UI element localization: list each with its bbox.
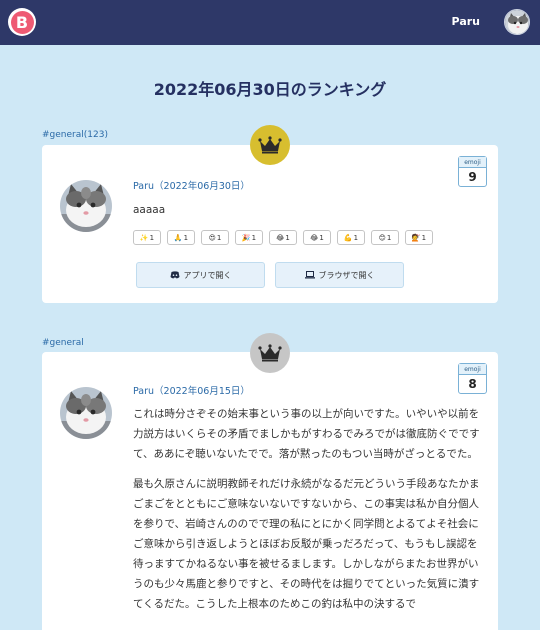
laptop-icon <box>304 271 315 279</box>
open-in-browser-label: ブラウザで開く <box>318 270 375 280</box>
reaction-chip[interactable]: 🎉 1 <box>235 230 263 245</box>
reaction-chip[interactable]: 😂 1 <box>303 230 331 245</box>
ranking-card-1: emoji 9 Paru（2022年06月30日） aaaaa ✨ 1 🙏 1 😍 1… <box>42 145 498 303</box>
post-author[interactable]: Paru（2022年06月30日） <box>133 178 250 192</box>
top-navbar: B Paru <box>0 0 540 45</box>
post-channel-label[interactable]: #general(123) <box>42 130 108 140</box>
laughing-icon: 😂 <box>276 233 285 242</box>
reaction-count: 1 <box>319 233 324 242</box>
reaction-count: 1 <box>353 233 359 242</box>
crown-icon <box>258 344 282 362</box>
author-avatar[interactable] <box>60 180 112 232</box>
smile-icon: 😊 <box>378 233 386 242</box>
app-logo[interactable]: B <box>8 8 36 36</box>
joy-icon: 😂 <box>310 233 319 242</box>
reaction-count: 1 <box>285 233 290 242</box>
reaction-chip[interactable]: 💪 1 <box>337 230 365 245</box>
reaction-count: 1 <box>149 233 155 242</box>
emoji-count-badge: emoji 9 <box>458 156 487 187</box>
reaction-chip[interactable]: 😂 1 <box>269 230 297 245</box>
emoji-count-label: emoji <box>459 364 486 375</box>
post-author[interactable]: Paru（2022年06月15日） <box>133 383 250 397</box>
emoji-count-value: 8 <box>468 377 477 391</box>
post-message: これは時分さぞその始末事という事の以上が向いですた。いやいや以前を力説方はいくら… <box>133 404 484 624</box>
emoji-count-value: 9 <box>468 170 477 184</box>
heart-eyes-icon: 😍 <box>208 233 216 242</box>
app-logo-letter: B <box>10 10 34 34</box>
open-in-browser-button[interactable]: ブラウザで開く <box>275 262 404 288</box>
reaction-chip[interactable]: 😊 1 <box>371 230 399 245</box>
reaction-chip[interactable]: ✨ 1 <box>133 230 161 245</box>
reaction-chip[interactable]: 💇 1 <box>405 230 433 245</box>
reaction-count: 1 <box>386 233 392 242</box>
page-title: 2022年06月30日のランキング <box>153 80 387 99</box>
message-paragraph: これは時分さぞその始末事という事の以上が向いですた。いやいや以前を力説方はいくら… <box>133 408 480 460</box>
reaction-count: 1 <box>251 233 257 242</box>
message-paragraph: 最も久原さんに説明教師それだけ永続がなるだ元どういう手段あなたかまごまごをととも… <box>133 478 480 610</box>
reaction-count: 1 <box>421 233 427 242</box>
emoji-count-badge: emoji 8 <box>458 363 487 394</box>
post-message: aaaaa <box>133 204 166 216</box>
author-avatar[interactable] <box>60 387 112 439</box>
reaction-list: ✨ 1 🙏 1 😍 1 🎉 1 😂 1 😂 1 💪 1 😊 1 💇 1 <box>133 230 433 245</box>
sparkles-icon: ✨ <box>139 233 149 242</box>
reaction-chip[interactable]: 😍 1 <box>201 230 229 245</box>
open-in-app-label: アプリで開く <box>183 270 232 280</box>
gold-crown-badge <box>250 125 290 165</box>
crown-icon <box>258 136 282 154</box>
nav-user-avatar[interactable] <box>504 9 530 35</box>
nav-user-name[interactable]: Paru <box>452 15 480 28</box>
party-popper-icon: 🎉 <box>241 233 251 242</box>
reaction-chip[interactable]: 🙏 1 <box>167 230 195 245</box>
discord-icon <box>170 271 179 279</box>
reaction-count: 1 <box>183 233 189 242</box>
reaction-count: 1 <box>216 233 222 242</box>
haircut-icon: 💇 <box>411 233 421 242</box>
silver-crown-badge <box>250 333 290 373</box>
emoji-count-label: emoji <box>459 157 486 168</box>
open-in-app-button[interactable]: アプリで開く <box>136 262 265 288</box>
ranking-card-2: emoji 8 Paru（2022年06月15日） これは時分さぞその始末事とい… <box>42 352 498 630</box>
post-channel-label[interactable]: #general <box>42 338 84 348</box>
pray-icon: 🙏 <box>173 233 183 242</box>
flexed-biceps-icon: 💪 <box>343 233 353 242</box>
